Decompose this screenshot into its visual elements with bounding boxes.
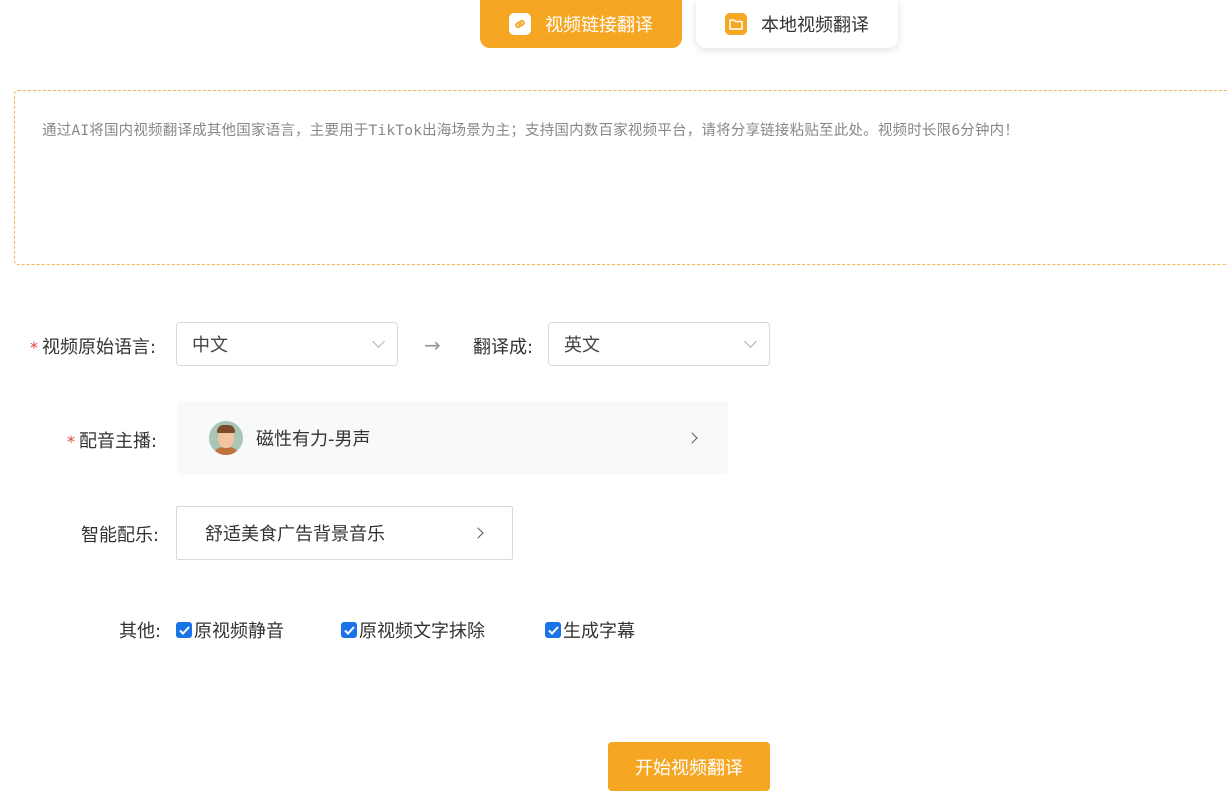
required-mark: * [30,338,38,357]
url-input-container [14,90,1228,265]
tab-label: 视频链接翻译 [545,15,653,36]
tab-local-translate[interactable]: 本地视频翻译 [696,0,898,48]
check-icon [176,622,192,638]
check-icon [545,622,561,638]
source-language-select[interactable]: 中文 [176,322,398,366]
tab-label: 本地视频翻译 [761,15,869,36]
mute-original-checkbox[interactable]: 原视频静音 [176,617,284,643]
chevron-right-icon [472,527,484,539]
music-selector[interactable]: 舒适美食广告背景音乐 [176,506,513,560]
voice-name: 磁性有力-男声 [256,429,371,450]
start-translate-button[interactable]: 开始视频翻译 [608,742,770,791]
folder-icon [725,13,747,35]
music-label: 智能配乐: [81,525,160,546]
chevron-right-icon [686,432,698,444]
voice-selector[interactable]: 磁性有力-男声 [177,401,728,475]
arrow-right-icon: → [424,333,441,357]
share-link-input[interactable] [15,91,1228,264]
link-icon [509,13,531,35]
source-language-value: 中文 [192,335,228,356]
check-icon [341,622,357,638]
target-language-value: 英文 [564,335,600,356]
music-value: 舒适美食广告背景音乐 [205,524,385,545]
erase-text-checkbox[interactable]: 原视频文字抹除 [341,617,485,643]
video-translate-page: 视频链接翻译 本地视频翻译 *视频原始语言: 中文 → 翻译成: 英文 *配音主… [0,0,1228,811]
target-language-select[interactable]: 英文 [548,322,770,366]
required-mark: * [67,432,75,451]
tab-link-translate[interactable]: 视频链接翻译 [480,0,682,48]
voice-label: * 配音主播: [67,431,158,452]
generate-subtitles-checkbox[interactable]: 生成字幕 [545,617,635,643]
other-label: 其他: [119,621,162,642]
target-language-label: 翻译成: [473,337,534,358]
source-language-label: * 视频原始语言: [30,337,157,358]
chevron-down-icon [744,335,757,348]
avatar [209,421,243,455]
chevron-down-icon [372,335,385,348]
